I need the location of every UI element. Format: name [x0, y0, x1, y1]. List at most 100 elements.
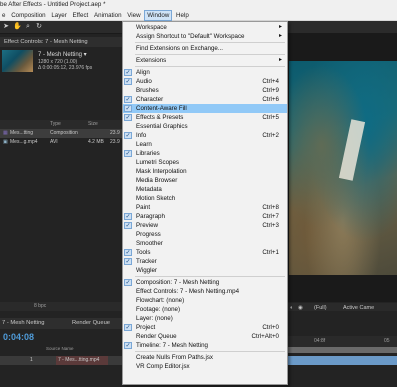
tab-render-queue[interactable]: Render Queue: [72, 318, 110, 329]
time-ruler[interactable]: 04:8f 05: [288, 336, 397, 347]
menu-item-find-extensions-on-exchange[interactable]: Find Extensions on Exchange...: [123, 44, 287, 53]
rotate-tool-icon[interactable]: ↻: [35, 23, 43, 31]
menubar: e Composition Layer Effect Animation Vie…: [0, 10, 397, 21]
tab-timeline[interactable]: 7 - Mesh Netting: [2, 318, 45, 329]
menu-separator: [135, 276, 285, 277]
menu-item-effect-controls-7-mesh-netting-mp4[interactable]: Effect Controls: 7 - Mesh Netting.mp4: [123, 287, 287, 296]
ruler-end: 05: [384, 338, 390, 344]
menu-item-tools[interactable]: ✓ Tools Ctrl+1: [123, 248, 287, 257]
menu-item-workspace[interactable]: Workspace ▸: [123, 23, 287, 32]
layer-name[interactable]: 7 - Mes...tting.mp4: [56, 356, 108, 365]
menu-item-label: Tools: [136, 249, 151, 256]
menu-item-effects-presets[interactable]: ✓ Effects & Presets Ctrl+5: [123, 113, 287, 122]
menu-item-timeline-7-mesh-netting[interactable]: ✓ Timeline: 7 - Mesh Netting: [123, 341, 287, 350]
menu-item-label: Wiggler: [136, 267, 157, 274]
checkmark-icon: ✓: [124, 258, 132, 265]
menu-item-label: Render Queue: [136, 333, 177, 340]
menu-item-paragraph[interactable]: ✓ Paragraph Ctrl+7: [123, 212, 287, 221]
zoom-tool-icon[interactable]: ⌕: [24, 23, 32, 31]
work-area-bar[interactable]: [288, 347, 397, 353]
menu-item-brushes[interactable]: Brushes Ctrl+9: [123, 86, 287, 95]
menu-item-label: Layer: (none): [136, 315, 173, 322]
menu-item-label: Paragraph: [136, 213, 165, 220]
menu-item-project[interactable]: ✓ Project Ctrl+0: [123, 323, 287, 332]
menu-item-label: Media Browser: [136, 177, 178, 184]
checkmark-icon: ✓: [124, 78, 132, 85]
menu-item-extensions[interactable]: Extensions ▸: [123, 56, 287, 65]
checkmark-icon: ✓: [124, 96, 132, 103]
menu-item-mask-interpolation[interactable]: Mask Interpolation: [123, 167, 287, 176]
menu-item-label: Motion Sketch: [136, 195, 176, 202]
submenu-arrow-icon: ▸: [278, 57, 282, 63]
source-name-header[interactable]: Source Name: [46, 346, 74, 351]
bpc-label[interactable]: 8 bpc: [34, 302, 46, 311]
menu-item-flowchart-none[interactable]: Flowchart: (none): [123, 296, 287, 305]
menu-item-assign-shortcut-to-default-workspace[interactable]: Assign Shortcut to "Default" Workspace ▸: [123, 32, 287, 41]
project-panel: [0, 34, 124, 302]
menu-effect[interactable]: Effect: [71, 10, 91, 21]
menu-item-learn[interactable]: Learn: [123, 140, 287, 149]
menu-item-preview[interactable]: ✓ Preview Ctrl+3: [123, 221, 287, 230]
menu-item-libraries[interactable]: ✓ Libraries: [123, 149, 287, 158]
window-menu-dropdown: Workspace ▸ Assign Shortcut to "Default" W…: [122, 21, 288, 385]
menu-item-motion-sketch[interactable]: Motion Sketch: [123, 194, 287, 203]
item-name[interactable]: 7 - Mesh Netting ▾: [38, 51, 87, 58]
menu-item-metadata[interactable]: Metadata: [123, 185, 287, 194]
menu-item-paint[interactable]: Paint Ctrl+8: [123, 203, 287, 212]
menu-animation[interactable]: Animation: [92, 10, 124, 21]
menu-item-character[interactable]: ✓ Character Ctrl+6: [123, 95, 287, 104]
menu-item-footage-none[interactable]: Footage: (none): [123, 305, 287, 314]
checkmark-icon: ✓: [124, 150, 132, 157]
current-timecode[interactable]: 0:04:08: [3, 332, 34, 342]
menu-item-align[interactable]: ✓ Align: [123, 68, 287, 77]
menu-item-label: Effect Controls: 7 - Mesh Netting.mp4: [136, 288, 240, 295]
menu-item-shortcut: Ctrl+1: [262, 249, 279, 256]
menu-item-lumetri-scopes[interactable]: Lumetri Scopes: [123, 158, 287, 167]
menu-item-audio[interactable]: ✓ Audio Ctrl+4: [123, 77, 287, 86]
checkmark-icon: ✓: [124, 105, 132, 112]
checkmark-icon: ✓: [124, 324, 132, 331]
menu-help[interactable]: Help: [174, 10, 191, 21]
menu-item-progress[interactable]: Progress: [123, 230, 287, 239]
layer-duration-bar[interactable]: [288, 356, 397, 365]
menu-item-smoother[interactable]: Smoother: [123, 239, 287, 248]
col-type[interactable]: Type: [50, 120, 61, 129]
menu-item-label: Find Extensions on Exchange...: [136, 45, 224, 52]
project-footer: 8 bpc: [0, 302, 124, 311]
menu-item-label: Project: [136, 324, 156, 331]
menu-layer[interactable]: Layer: [49, 10, 68, 21]
footage-thumbnail: [2, 50, 33, 72]
effect-controls-tab[interactable]: Effect Controls: 7 - Mesh Netting: [0, 37, 124, 47]
col-size[interactable]: Size: [88, 120, 98, 129]
menu-item-wiggler[interactable]: Wiggler: [123, 266, 287, 275]
menu-item-media-browser[interactable]: Media Browser: [123, 176, 287, 185]
project-row[interactable]: ▦ Mes...tting Composition 23.9: [0, 129, 124, 138]
menu-item-render-queue[interactable]: Render Queue Ctrl+Alt+0: [123, 332, 287, 341]
menu-item-create-nulls-from-paths-jsx[interactable]: Create Nulls From Paths.jsx: [123, 353, 287, 362]
checkmark-icon: ✓: [124, 213, 132, 220]
submenu-arrow-icon: ▸: [278, 24, 282, 30]
menu-item-label: Progress: [136, 231, 161, 238]
selection-tool-icon[interactable]: ➤: [2, 23, 10, 31]
checkmark-icon: ✓: [124, 222, 132, 229]
menu-item-tracker[interactable]: ✓ Tracker: [123, 257, 287, 266]
menu-item-layer-none[interactable]: Layer: (none): [123, 314, 287, 323]
menu-view[interactable]: View: [125, 10, 142, 21]
menu-item-info[interactable]: ✓ Info Ctrl+2: [123, 131, 287, 140]
hand-tool-icon[interactable]: ✋: [13, 23, 22, 31]
menu-item-label: Align: [136, 69, 150, 76]
menu-item-label: VR Comp Editor.jsx: [136, 363, 190, 370]
menu-item-shortcut: Ctrl+9: [262, 87, 279, 94]
menu-item-composition-7-mesh-netting[interactable]: ✓ Composition: 7 - Mesh Netting: [123, 278, 287, 287]
menu-item-label: Smoother: [136, 240, 163, 247]
submenu-arrow-icon: ▸: [278, 33, 282, 39]
menu-item-vr-comp-editor-jsx[interactable]: VR Comp Editor.jsx: [123, 362, 287, 371]
menu-edit[interactable]: e: [0, 10, 7, 21]
menu-composition[interactable]: Composition: [9, 10, 47, 21]
project-row[interactable]: ▣ Mes...g.mp4 AVI 4.2 MB 23.9: [0, 138, 124, 147]
menu-window[interactable]: Window: [144, 10, 173, 21]
menu-item-shortcut: Ctrl+8: [262, 204, 279, 211]
checkmark-icon: ✓: [124, 132, 132, 139]
menu-item-content-aware-fill[interactable]: ✓ Content-Aware Fill: [123, 104, 287, 113]
menu-item-essential-graphics[interactable]: Essential Graphics: [123, 122, 287, 131]
